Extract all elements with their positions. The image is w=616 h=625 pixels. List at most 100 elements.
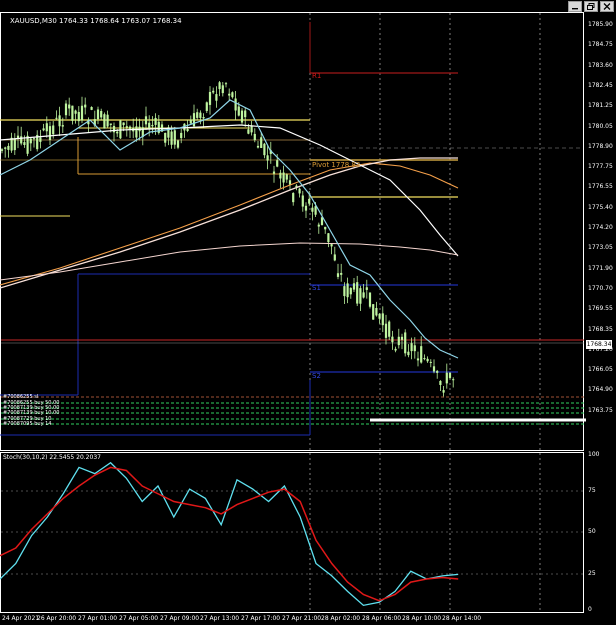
candle-body xyxy=(448,372,452,378)
candle-body xyxy=(247,129,250,134)
chart-window[interactable]: XAUUSD,M30 1764.33 1768.64 1763.07 1768.… xyxy=(0,0,616,625)
candle-body xyxy=(231,92,234,98)
price-label: 1783.60 xyxy=(588,61,613,69)
candle-body xyxy=(74,110,77,114)
candle-body xyxy=(340,272,343,275)
price-label: 1766.05 xyxy=(588,366,613,374)
candle-body xyxy=(420,346,423,363)
candle-body xyxy=(244,110,247,118)
candle-body xyxy=(266,155,269,161)
candle-body xyxy=(218,82,221,90)
candle-body xyxy=(442,390,445,393)
candle-body xyxy=(327,233,330,243)
candle-body xyxy=(423,358,426,360)
candle-body xyxy=(381,313,384,326)
ma-100-line xyxy=(0,124,459,257)
candle-body xyxy=(90,107,93,110)
time-label: 27 Apr 17:00 xyxy=(241,615,281,622)
candle-body xyxy=(215,94,218,101)
time-label: 27 Apr 09:00 xyxy=(160,615,200,622)
price-label: 1784.75 xyxy=(588,41,613,49)
candle-body xyxy=(260,137,263,148)
grid-lines xyxy=(1,13,583,612)
candle-body xyxy=(365,287,368,290)
stoch-level-label: 50 xyxy=(588,528,596,535)
candle-body xyxy=(343,286,346,297)
candle-body xyxy=(106,114,109,127)
time-label: 27 Apr 13:00 xyxy=(200,615,240,622)
candle-body xyxy=(276,160,279,167)
candle-body xyxy=(109,123,112,125)
candle-body xyxy=(32,138,36,140)
price-label: 1774.20 xyxy=(588,224,613,231)
time-label: 28 Apr 10:00 xyxy=(402,615,442,622)
candle-body xyxy=(362,292,365,298)
candle-body xyxy=(154,117,157,125)
candle-body xyxy=(116,131,119,134)
time-label: 28 Apr 06:00 xyxy=(362,615,402,622)
candle-body xyxy=(100,111,103,118)
stoch-signal-line xyxy=(0,466,459,602)
candle-body xyxy=(372,304,375,320)
price-label: 1764.90 xyxy=(588,386,613,394)
candle-body xyxy=(404,332,407,354)
candle-body xyxy=(234,98,237,111)
stoch-level-label: 100 xyxy=(588,451,600,458)
candle-body xyxy=(39,137,42,142)
candle-body xyxy=(71,105,74,121)
candle-body xyxy=(68,104,71,109)
s2-label: S2 xyxy=(312,372,321,380)
price-label: 1777.75 xyxy=(588,163,613,171)
candle-body xyxy=(48,126,52,141)
candle-body xyxy=(173,130,176,145)
price-label: 1782.45 xyxy=(588,81,613,89)
candle-body xyxy=(228,93,231,96)
candle-body xyxy=(205,102,208,111)
level-lines xyxy=(0,22,584,436)
candle-body xyxy=(237,106,240,116)
candle-body xyxy=(84,104,87,108)
candle-body xyxy=(96,109,100,120)
candle-body xyxy=(416,358,420,361)
price-label: 1775.40 xyxy=(588,203,613,211)
candle-body xyxy=(64,103,68,116)
candle-body xyxy=(144,116,148,125)
price-label: 1778.90 xyxy=(588,142,613,150)
candle-body xyxy=(250,125,253,133)
candle-body xyxy=(202,117,205,119)
candle-body xyxy=(4,147,7,149)
candle-body xyxy=(346,283,349,298)
candle-body xyxy=(221,85,224,94)
candle-body xyxy=(196,112,199,118)
candle-body xyxy=(445,372,448,384)
candle-body xyxy=(356,282,359,304)
r1-label: R1 xyxy=(312,72,322,80)
candle-body xyxy=(208,91,212,105)
candle-body xyxy=(308,198,311,204)
candle-body xyxy=(272,171,276,174)
candle-body xyxy=(368,292,372,307)
candle-body xyxy=(301,195,304,207)
pivot-label: Pivot 1778.83 xyxy=(312,161,361,169)
candle-body xyxy=(148,122,151,129)
candle-body xyxy=(135,126,138,138)
stoch-title: Stoch(30,10,2) 22.5455 20.2037 xyxy=(3,454,101,461)
time-label: 28 Apr 02:00 xyxy=(321,615,361,622)
moving-averages xyxy=(0,99,459,359)
candle-body xyxy=(52,125,55,135)
price-label: 1776.55 xyxy=(588,183,613,191)
candle-body xyxy=(314,206,317,215)
candle-body xyxy=(292,193,295,203)
ma-orange-line xyxy=(0,162,459,286)
price-chart[interactable] xyxy=(0,0,616,625)
candle-body xyxy=(55,117,58,119)
candle-body xyxy=(58,115,61,127)
price-label: 1771.90 xyxy=(588,264,613,272)
candle-body xyxy=(400,336,404,340)
candle-body xyxy=(80,105,84,121)
candle-body xyxy=(29,138,32,144)
candle-body xyxy=(397,336,400,346)
candle-body xyxy=(192,113,196,127)
candle-body xyxy=(282,172,285,183)
stoch-level-label: 25 xyxy=(588,570,596,577)
